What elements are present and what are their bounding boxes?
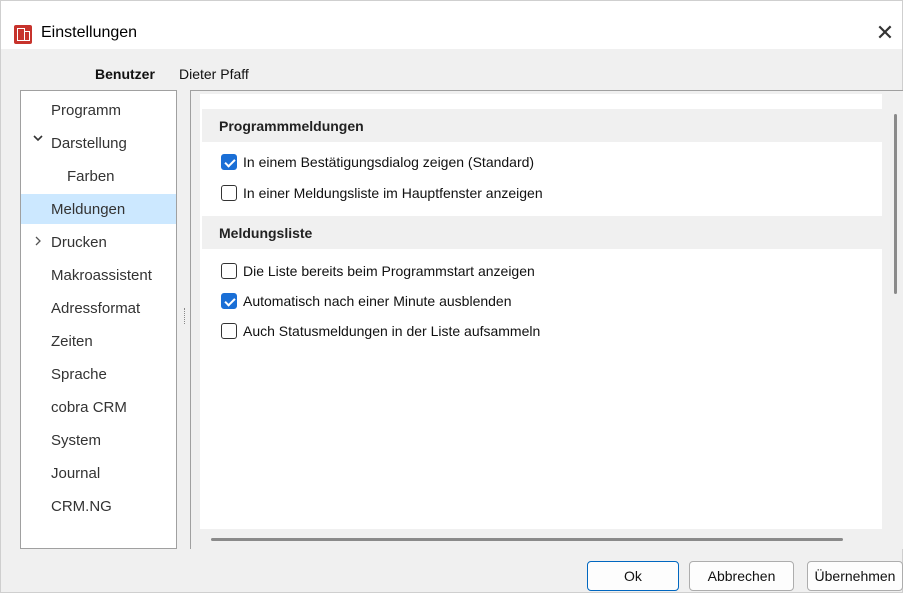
option-label: Automatisch nach einer Minute ausblenden [243,293,512,309]
nav-item-drucken[interactable]: Drucken [21,227,176,257]
nav-item-cobra-crm[interactable]: cobra CRM [21,392,176,422]
settings-nav-tree: Programm Darstellung Farben Meldungen Dr… [20,90,177,549]
nav-item-zeiten[interactable]: Zeiten [21,326,176,356]
nav-item-sprache[interactable]: Sprache [21,359,176,389]
checkbox-unchecked[interactable] [221,263,237,279]
ok-button[interactable]: Ok [587,561,679,591]
window-title: Einstellungen [41,24,138,41]
user-label: Benutzer [95,66,155,82]
section-header-programmmeldungen: Programmmeldungen [202,109,882,142]
chevron-down-icon[interactable] [33,132,43,146]
option-automatisch-ausblenden[interactable]: Automatisch nach einer Minute ausblenden [221,290,512,312]
nav-item-label: Programm [51,101,122,119]
nav-item-farben[interactable]: Farben [21,161,176,191]
nav-item-label: cobra CRM [51,398,127,416]
user-name: Dieter Pfaff [179,66,249,82]
option-label: In einem Bestätigungsdialog zeigen (Stan… [243,154,535,170]
nav-item-meldungen[interactable]: Meldungen [21,194,176,224]
option-label: Die Liste bereits beim Programmstart anz… [243,263,535,279]
vertical-scrollbar[interactable] [894,114,897,294]
nav-item-label: Sprache [51,365,107,383]
cancel-button[interactable]: Abbrechen [689,561,794,591]
checkbox-unchecked[interactable] [221,185,237,201]
nav-item-label: Darstellung [51,134,127,152]
checkbox-checked[interactable] [221,293,237,309]
nav-item-programm[interactable]: Programm [21,95,176,125]
nav-item-darstellung[interactable]: Darstellung [21,128,176,158]
nav-item-label: Adressformat [51,299,141,317]
option-bestaetigungsdialog[interactable]: In einem Bestätigungsdialog zeigen (Stan… [221,151,534,173]
checkbox-checked[interactable] [221,154,237,170]
option-label: In einer Meldungsliste im Hauptfenster a… [243,185,543,201]
nav-item-label: CRM.NG [51,497,112,515]
nav-item-label: System [51,431,102,449]
nav-item-journal[interactable]: Journal [21,458,176,488]
horizontal-scrollbar[interactable] [211,538,843,541]
close-button[interactable]: ✕ [867,17,903,49]
settings-dialog: Einstellungen ✕ Benutzer Dieter Pfaff Pr… [0,0,903,593]
option-meldungsliste-hauptfenster[interactable]: In einer Meldungsliste im Hauptfenster a… [221,182,543,204]
nav-item-label: Meldungen [51,200,126,218]
user-row: Benutzer Dieter Pfaff [1,59,903,82]
nav-item-label: Farben [67,167,115,185]
checkbox-unchecked[interactable] [221,323,237,339]
chevron-right-icon[interactable] [33,235,43,249]
nav-item-system[interactable]: System [21,425,176,455]
nav-item-label: Makroassistent [51,266,152,284]
app-icon [14,25,32,44]
nav-item-label: Zeiten [51,332,93,350]
option-statusmeldungen-aufsammeln[interactable]: Auch Statusmeldungen in der Liste aufsam… [221,320,540,342]
nav-item-adressformat[interactable]: Adressformat [21,293,176,323]
option-label: Auch Statusmeldungen in der Liste aufsam… [243,323,541,339]
nav-item-label: Journal [51,464,101,482]
nav-item-makroassistent[interactable]: Makroassistent [21,260,176,290]
nav-item-label: Drucken [51,233,107,251]
option-liste-programmstart[interactable]: Die Liste bereits beim Programmstart anz… [221,260,535,282]
nav-item-crm-ng[interactable]: CRM.NG [21,491,176,521]
section-header-meldungsliste: Meldungsliste [202,216,882,249]
title-bar: Einstellungen ✕ [1,1,902,49]
apply-button[interactable]: Übernehmen [807,561,903,591]
splitter-handle[interactable] [184,308,186,324]
close-icon: ✕ [875,20,895,45]
